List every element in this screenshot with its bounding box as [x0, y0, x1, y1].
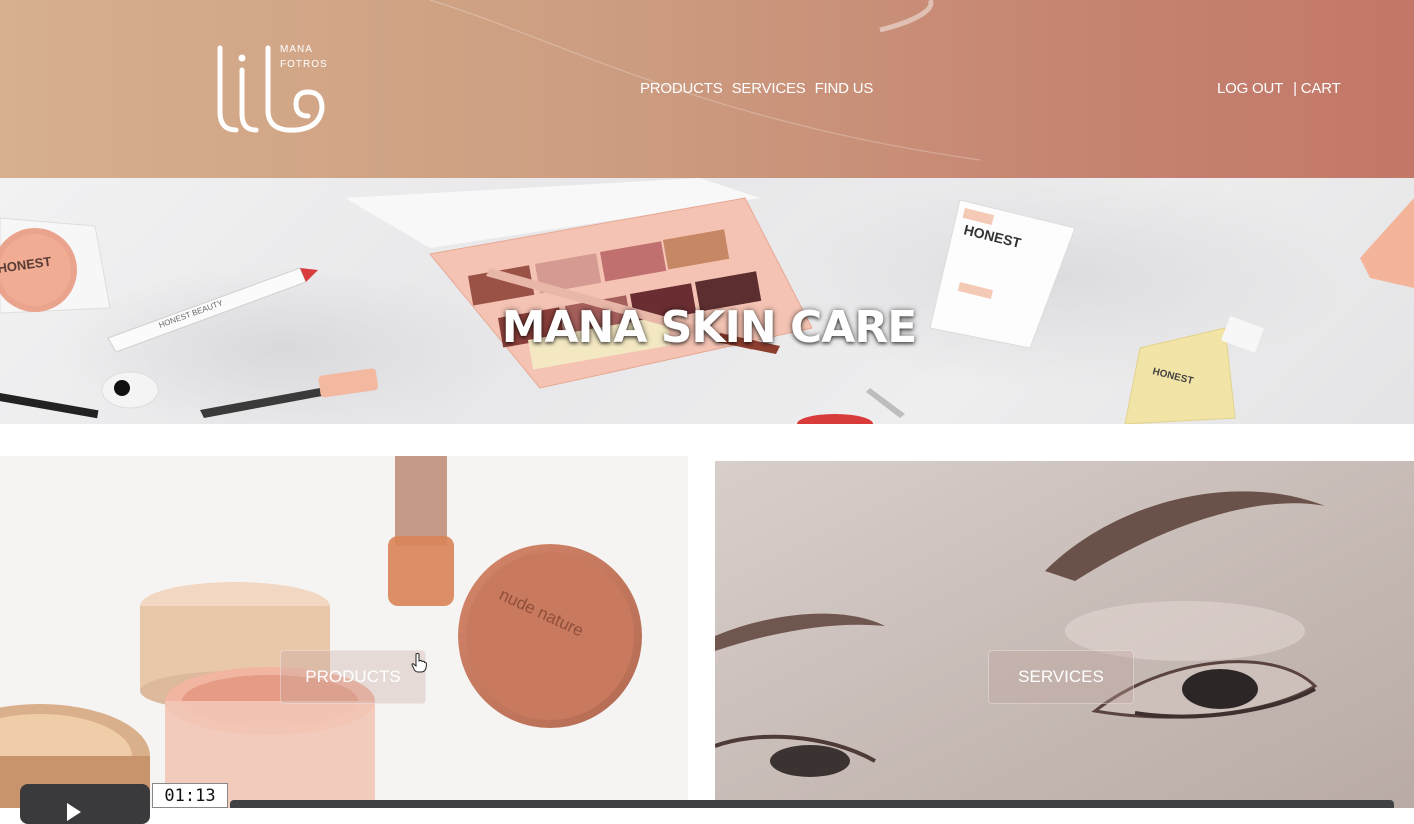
hero-cosmetics-image: HONEST HONEST BEAUTY HONEST HONEST [0, 178, 1414, 424]
hero-banner: HONEST HONEST BEAUTY HONEST HONEST MANA … [0, 178, 1414, 424]
services-tile-image [715, 461, 1414, 808]
account-nav: LOG OUT | CART [1217, 80, 1341, 97]
products-tile[interactable]: nude nature [0, 456, 688, 808]
main-nav: PRODUCTS SERVICES FIND US [640, 80, 873, 97]
cart-link[interactable]: | CART [1293, 80, 1341, 97]
eyeshadow-palette [345, 178, 813, 389]
products-tile-image: nude nature [0, 456, 688, 808]
products-button[interactable]: PRODUCTS [280, 650, 426, 704]
logo-text-bottom: FOTROS [280, 59, 328, 70]
nav-find-us[interactable]: FIND US [815, 80, 874, 97]
nav-products[interactable]: PRODUCTS [640, 80, 723, 97]
compact-left: HONEST [0, 217, 111, 314]
services-button[interactable]: SERVICES [988, 650, 1134, 704]
nav-services[interactable]: SERVICES [732, 80, 806, 97]
logout-link[interactable]: LOG OUT [1217, 80, 1283, 97]
logo-text-top: MANA [280, 44, 313, 55]
play-button[interactable] [20, 784, 150, 824]
brand-logo[interactable] [208, 40, 338, 140]
logo-mark-icon [217, 45, 325, 133]
site-header: MANA FOTROS PRODUCTS SERVICES FIND US LO… [0, 0, 1414, 178]
hero-title: MANA SKIN CARE [501, 302, 918, 354]
playback-time: 01:13 [152, 783, 228, 808]
hand-pointer-icon [411, 653, 427, 673]
play-icon [67, 803, 81, 821]
video-progress-bar[interactable] [230, 800, 1394, 808]
services-tile[interactable] [715, 461, 1414, 808]
